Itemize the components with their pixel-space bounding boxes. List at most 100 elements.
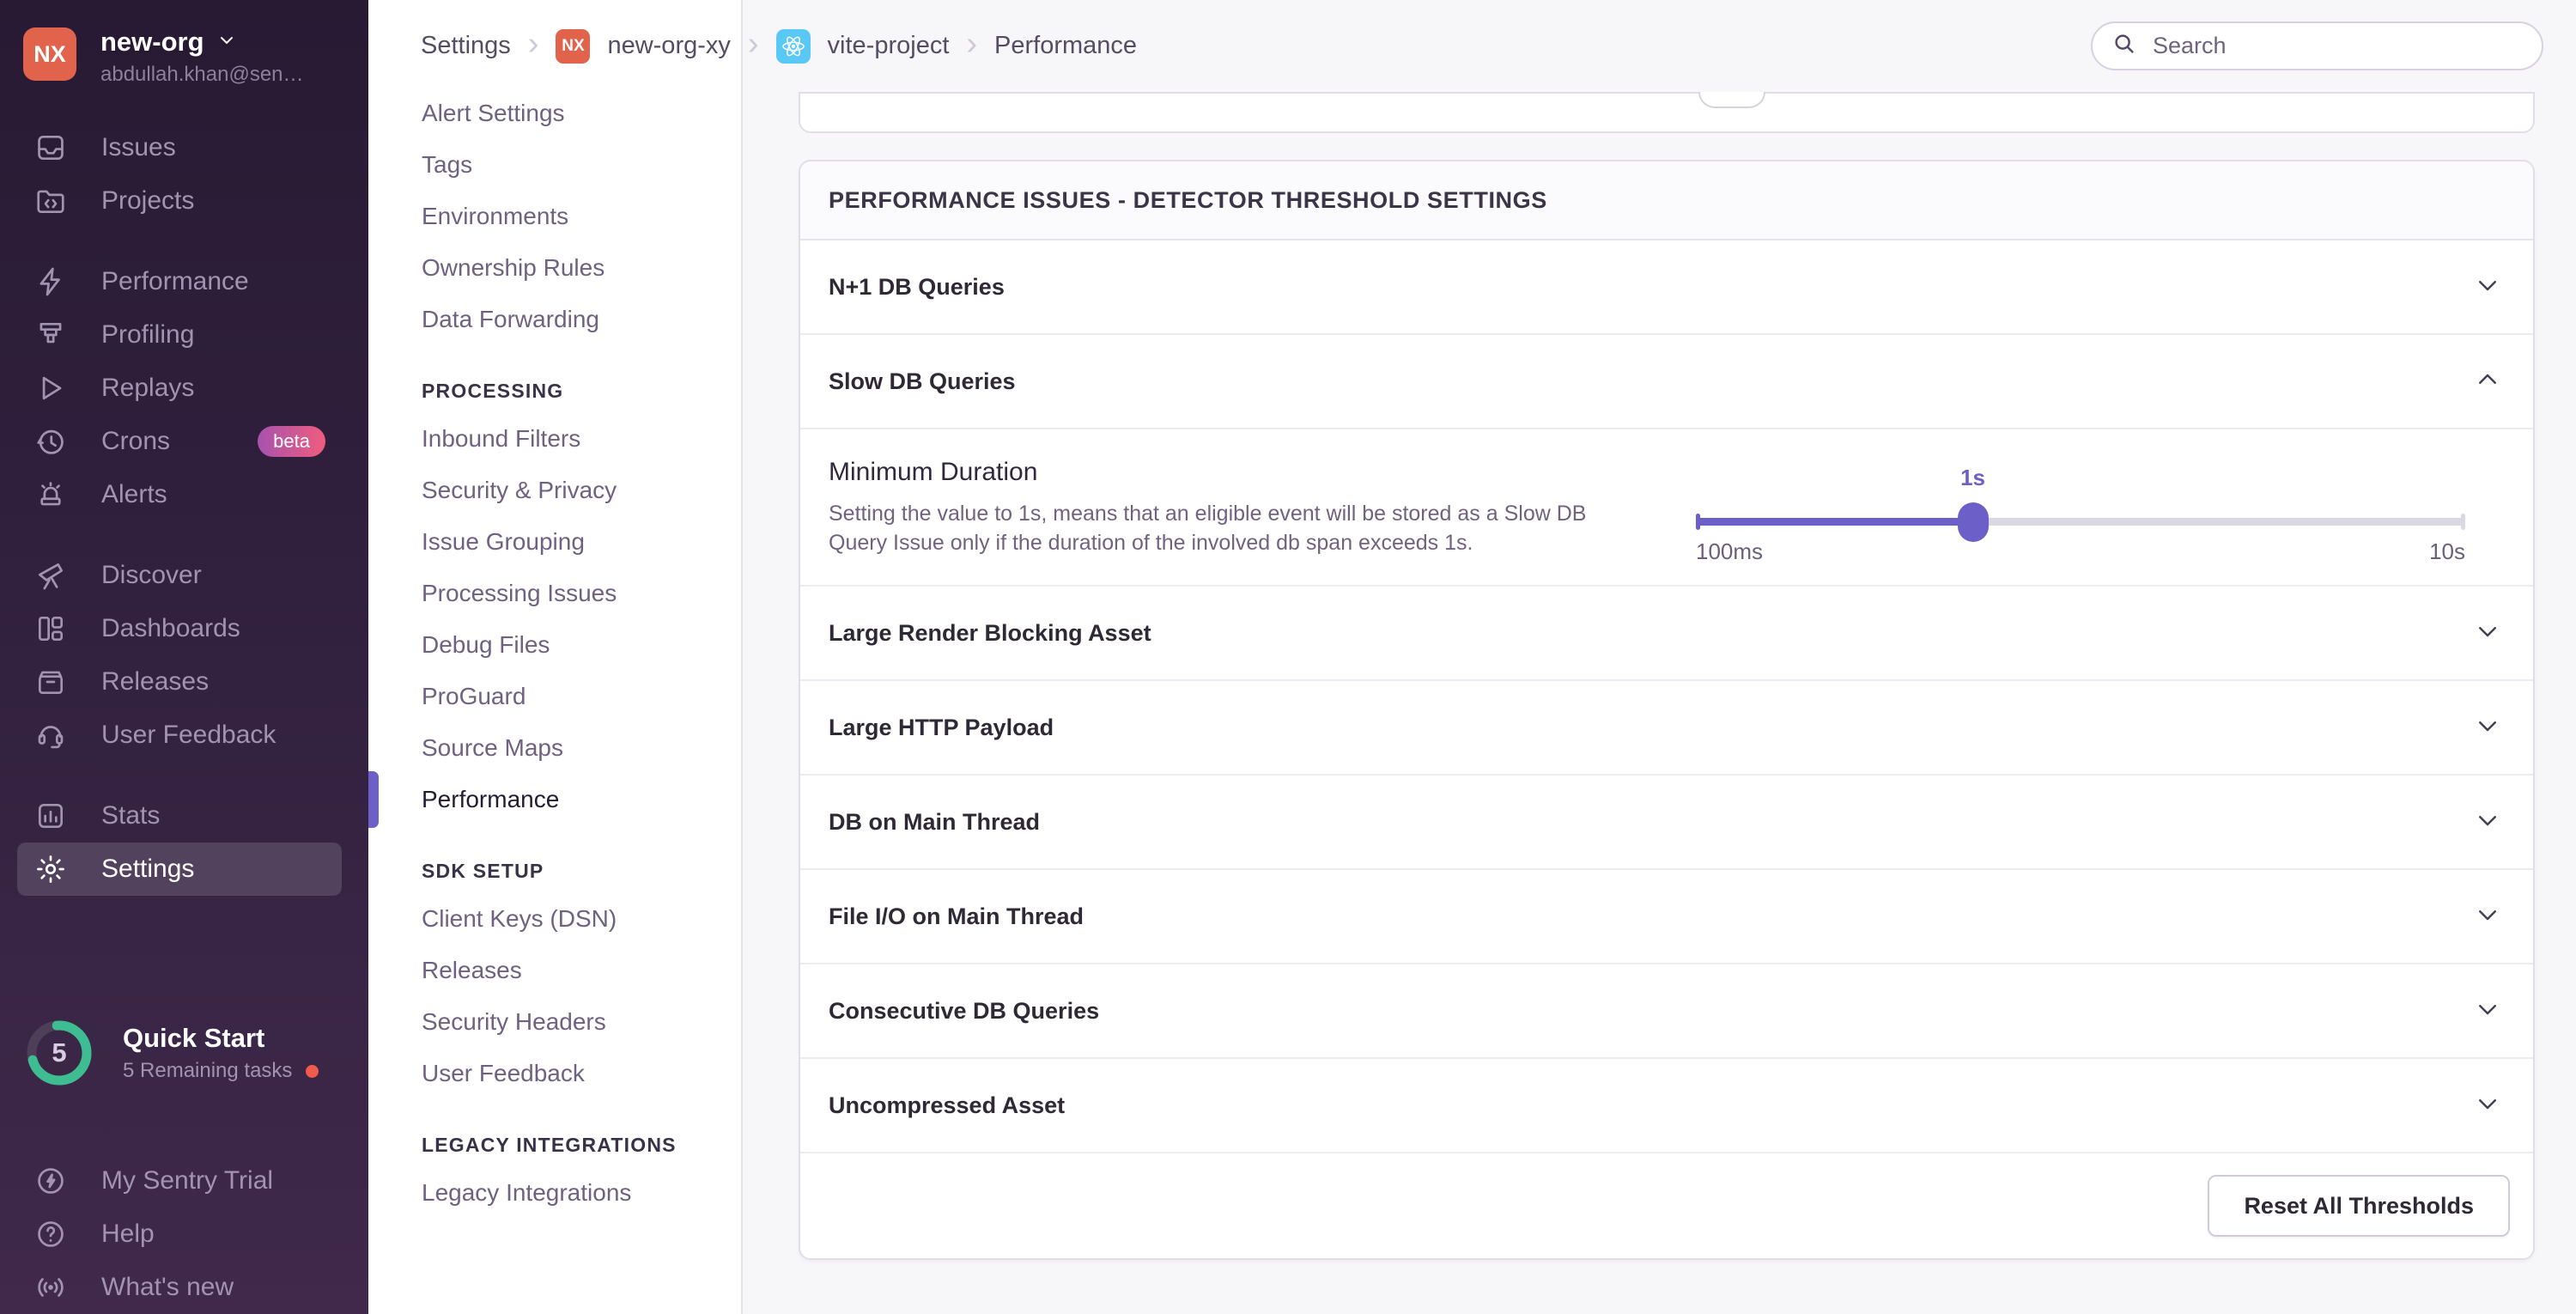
detector-row-http-payload[interactable]: Large HTTP Payload	[800, 681, 2533, 776]
panel-title: PERFORMANCE ISSUES - DETECTOR THRESHOLD …	[800, 161, 2533, 240]
org-sidebar: NX new-org abdullah.khan@sen… Issues Pro…	[0, 0, 368, 1314]
subnav-item-security-privacy[interactable]: Security & Privacy	[368, 465, 741, 516]
search-box[interactable]	[2091, 21, 2543, 70]
slow-db-expanded-panel: Minimum Duration Setting the value to 1s…	[800, 429, 2533, 587]
sidebar-footer: My Sentry Trial Help What's new	[0, 1154, 368, 1314]
quick-start-count: 5	[52, 1037, 67, 1068]
nav-divider	[0, 762, 368, 789]
sidebar-item-crons[interactable]: Crons beta	[0, 415, 368, 468]
subnav-item-source-maps[interactable]: Source Maps	[368, 722, 741, 774]
subnav-section-legacy: LEGACY INTEGRATIONS	[422, 1133, 677, 1156]
slider-max-cap	[2461, 513, 2465, 530]
sidebar-item-user-feedback[interactable]: User Feedback	[0, 709, 368, 762]
reset-all-thresholds-button[interactable]: Reset All Thresholds	[2208, 1175, 2510, 1237]
subnav-item-tags[interactable]: Tags	[368, 139, 741, 191]
slider-value-label: 1s	[1960, 464, 1986, 490]
nav-divider	[0, 228, 368, 255]
active-indicator	[368, 771, 379, 828]
search-input[interactable]	[2151, 32, 2523, 60]
subnav-item-inbound-filters[interactable]: Inbound Filters	[368, 413, 741, 465]
chevron-down-icon[interactable]	[2475, 713, 2500, 743]
sidebar-item-profiling[interactable]: Profiling	[0, 308, 368, 362]
detector-threshold-panel: PERFORMANCE ISSUES - DETECTOR THRESHOLD …	[799, 160, 2535, 1260]
profiling-icon	[34, 319, 67, 351]
subnav-item-performance[interactable]: Performance	[368, 771, 741, 828]
react-project-icon	[775, 28, 811, 64]
subnav-section-sdk-setup: SDK SETUP	[422, 859, 544, 882]
sidebar-item-stats[interactable]: Stats	[0, 789, 368, 843]
chevron-down-icon[interactable]	[2475, 807, 2500, 837]
gear-icon	[34, 853, 67, 885]
sidebar-item-whats-new[interactable]: What's new	[0, 1261, 368, 1314]
sidebar-item-help[interactable]: Help	[0, 1208, 368, 1261]
org-badge: NX	[556, 28, 591, 64]
chevron-down-icon[interactable]	[2475, 1091, 2500, 1121]
slider-handle[interactable]	[1957, 502, 1989, 542]
subnav-item-security-headers[interactable]: Security Headers	[368, 996, 741, 1048]
sidebar-item-settings[interactable]: Settings	[17, 843, 342, 897]
clipped-control	[1698, 92, 1765, 108]
sidebar-item-projects[interactable]: Projects	[0, 174, 368, 228]
org-switcher[interactable]: NX new-org abdullah.khan@sen…	[0, 0, 368, 87]
sidebar-item-trial[interactable]: My Sentry Trial	[0, 1154, 368, 1208]
broadcast-icon	[34, 1271, 67, 1304]
main-content: PERFORMANCE ISSUES - DETECTOR THRESHOLD …	[743, 0, 2576, 1314]
beta-badge: beta	[258, 425, 325, 458]
breadcrumb-separator: ›	[527, 25, 539, 62]
subnav-item-proguard[interactable]: ProGuard	[368, 671, 741, 722]
detector-row-slow-db[interactable]: Slow DB Queries	[800, 335, 2533, 429]
subnav-item-legacy-integrations[interactable]: Legacy Integrations	[368, 1167, 741, 1219]
subnav-item-alert-settings[interactable]: Alert Settings	[368, 88, 741, 139]
chevron-down-icon[interactable]	[2475, 618, 2500, 648]
bolt-circle-icon	[34, 1165, 67, 1197]
slider-fill	[1696, 517, 1973, 526]
breadcrumb: Settings › NX new-org-xy › vite-project …	[421, 25, 1138, 64]
breadcrumb-project[interactable]: vite-project	[828, 32, 950, 60]
clock-icon	[34, 425, 67, 458]
quick-start[interactable]: 5 Quick Start 5 Remaining tasks	[0, 1017, 368, 1089]
settings-subnav: Alert Settings Tags Environments Ownersh…	[368, 0, 743, 1314]
chevron-down-icon	[216, 27, 237, 57]
sidebar-item-releases[interactable]: Releases	[0, 655, 368, 709]
notification-dot	[306, 1064, 319, 1078]
top-bar: Settings › NX new-org-xy › vite-project …	[368, 0, 2576, 92]
detector-row-uncompressed-asset[interactable]: Uncompressed Asset	[800, 1059, 2533, 1153]
breadcrumb-org[interactable]: new-org-xy	[607, 32, 730, 60]
quick-start-title: Quick Start	[123, 1023, 265, 1053]
projects-icon	[34, 185, 67, 217]
subnav-item-processing-issues[interactable]: Processing Issues	[368, 568, 741, 619]
sidebar-item-dashboards[interactable]: Dashboards	[0, 602, 368, 655]
subnav-item-ownership-rules[interactable]: Ownership Rules	[368, 242, 741, 294]
detector-row-db-main-thread[interactable]: DB on Main Thread	[800, 776, 2533, 870]
org-name: new-org	[100, 27, 204, 57]
sidebar-item-discover[interactable]: Discover	[0, 549, 368, 602]
chevron-up-icon[interactable]	[2475, 367, 2500, 397]
lightning-icon	[34, 265, 67, 298]
subnav-item-releases[interactable]: Releases	[368, 945, 741, 996]
subnav-item-client-keys[interactable]: Client Keys (DSN)	[368, 893, 741, 945]
sidebar-item-issues[interactable]: Issues	[0, 121, 368, 174]
org-avatar: NX	[23, 27, 76, 81]
sidebar-item-performance[interactable]: Performance	[0, 255, 368, 308]
subnav-item-issue-grouping[interactable]: Issue Grouping	[368, 516, 741, 568]
nav-divider	[0, 521, 368, 549]
subnav-item-data-forwarding[interactable]: Data Forwarding	[368, 294, 741, 345]
min-duration-slider[interactable]: 1s 100ms 10s	[1696, 442, 2465, 573]
subnav-item-debug-files[interactable]: Debug Files	[368, 619, 741, 671]
detector-row-consecutive-db[interactable]: Consecutive DB Queries	[800, 964, 2533, 1059]
panel-footer: Reset All Thresholds	[800, 1153, 2533, 1258]
sidebar-item-replays[interactable]: Replays	[0, 362, 368, 415]
detector-row-render-blocking[interactable]: Large Render Blocking Asset	[800, 587, 2533, 681]
breadcrumb-current-page: Performance	[994, 32, 1138, 59]
detector-row-file-io[interactable]: File I/O on Main Thread	[800, 870, 2533, 964]
chevron-down-icon[interactable]	[2475, 272, 2500, 302]
breadcrumb-settings[interactable]: Settings	[421, 32, 511, 60]
sidebar-item-alerts[interactable]: Alerts	[0, 468, 368, 521]
clipped-previous-panel	[799, 92, 2535, 133]
subnav-item-user-feedback[interactable]: User Feedback	[368, 1048, 741, 1099]
chevron-down-icon[interactable]	[2475, 996, 2500, 1026]
subnav-item-environments[interactable]: Environments	[368, 191, 741, 242]
primary-nav: Issues Projects Performance Profiling Re…	[0, 121, 368, 897]
chevron-down-icon[interactable]	[2475, 902, 2500, 932]
detector-row-n-plus-one[interactable]: N+1 DB Queries	[800, 240, 2533, 335]
